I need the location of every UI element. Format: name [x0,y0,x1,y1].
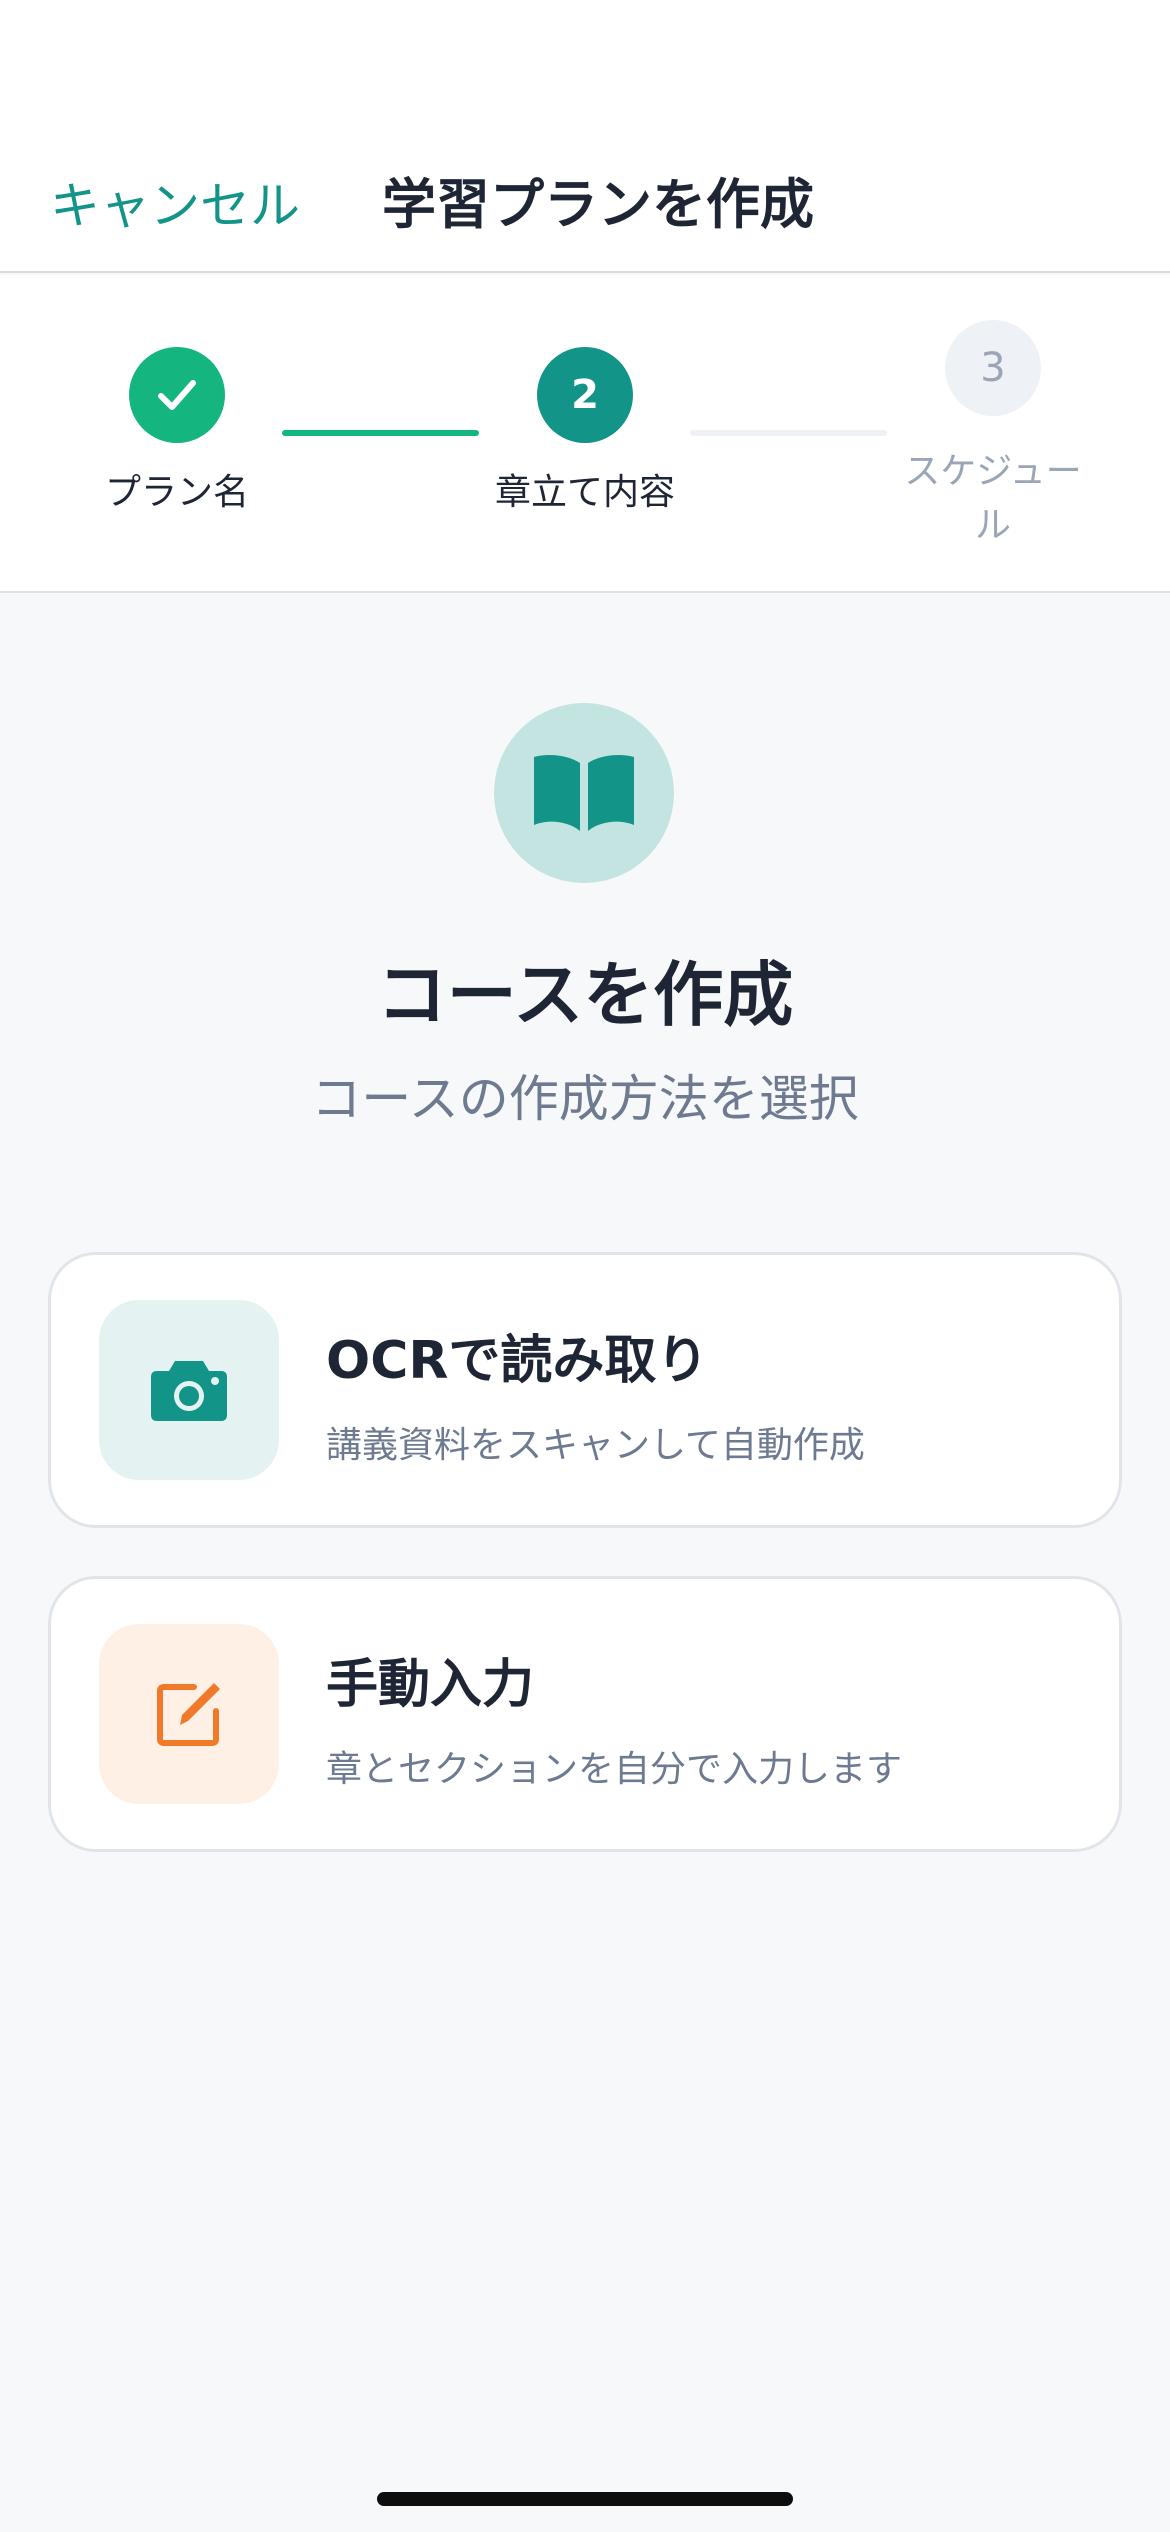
hero-icon-circle [494,703,674,883]
step-3-label-line2: ル [974,505,1011,546]
step-1-circle [129,347,225,443]
step-1-label: プラン名 [104,472,249,513]
ocr-option-card[interactable]: OCRで読み取り 講義資料をスキャンして自動作成 [48,1252,1122,1528]
manual-input-option-card[interactable]: 手動入力 章とセクションを自分で入力します [48,1576,1122,1852]
ocr-option-description: 講義資料をスキャンして自動作成 [326,1425,865,1466]
camera-icon [151,1361,227,1421]
check-icon [158,380,196,410]
step-3-label: スケジュー ル [873,445,1113,553]
step-connector-2 [690,430,887,436]
hero-subtitle: コースの作成方法を選択 [311,1070,859,1128]
step-2-circle: 2 [537,347,633,443]
cancel-button[interactable]: キャンセル [50,172,300,240]
step-2-label: 章立て内容 [494,472,675,513]
hero-title: コースを作成 [376,954,794,1036]
page-title: 学習プランを作成 [382,173,814,236]
home-indicator[interactable] [377,2492,793,2506]
ocr-icon-tile [99,1300,279,1480]
step-3-circle: 3 [945,320,1041,416]
manual-option-description: 章とセクションを自分で入力します [326,1749,903,1790]
create-plan-screen: キャンセル 学習プランを作成 2 3 プラン名 章立て内容 スケジュー ル コー… [0,0,1170,2532]
progress-stepper: 2 3 プラン名 章立て内容 スケジュー ル [0,275,1170,593]
book-open-icon [534,755,634,831]
edit-icon [157,1683,220,1746]
step-3-label-line1: スケジュー [904,451,1082,492]
manual-option-title: 手動入力 [326,1655,535,1715]
ocr-option-title: OCRで読み取り [326,1331,709,1391]
nav-header: キャンセル 学習プランを作成 [0,0,1170,273]
step-connector-1 [282,430,479,436]
manual-icon-tile [99,1624,279,1804]
